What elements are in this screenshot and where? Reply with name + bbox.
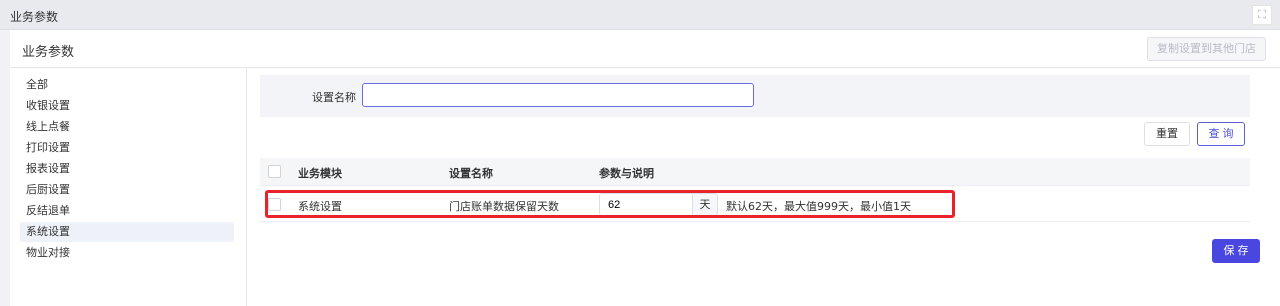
sidebar-item-all[interactable]: 全部 [20, 75, 234, 95]
panel-header: 业务参数 复制设置到其他门店 [10, 30, 1280, 68]
expand-icon[interactable]: ⛶ [1252, 5, 1272, 25]
setting-name-input[interactable] [362, 83, 754, 107]
sidebar-item-refund[interactable]: 反结退单 [20, 201, 234, 221]
column-header-name: 设置名称 [449, 167, 493, 180]
table-header: 业务模块 设置名称 参数与说明 [260, 158, 1250, 186]
reset-button[interactable]: 重置 [1144, 122, 1190, 146]
column-header-param: 参数与说明 [599, 167, 654, 180]
sidebar-item-print[interactable]: 打印设置 [20, 138, 234, 158]
settings-panel: 业务参数 复制设置到其他门店 全部 收银设置 线上点餐 打印设置 报表设置 后厨… [10, 30, 1280, 306]
copy-to-other-stores-button[interactable]: 复制设置到其他门店 [1147, 37, 1266, 61]
sidebar-item-cashier[interactable]: 收银设置 [20, 96, 234, 116]
content-area: 设置名称 重置 查 询 业务模块 设置名称 参数与说明 系统设置 门店账单数据保… [248, 68, 1280, 306]
setting-name-label: 设置名称 [312, 91, 356, 104]
query-button[interactable]: 查 询 [1197, 122, 1245, 146]
category-sidebar: 全部 收银设置 线上点餐 打印设置 报表设置 后厨设置 反结退单 系统设置 物业… [10, 68, 247, 306]
page-title: 业务参数 [22, 45, 75, 60]
sidebar-item-report[interactable]: 报表设置 [20, 159, 234, 179]
sidebar-item-kitchen[interactable]: 后厨设置 [20, 180, 234, 200]
column-header-module: 业务模块 [298, 167, 342, 180]
sidebar-item-property[interactable]: 物业对接 [20, 243, 234, 263]
sidebar-item-system[interactable]: 系统设置 [20, 222, 234, 242]
window-titlebar: 业务参数 ⛶ [0, 0, 1280, 30]
filter-bar: 设置名称 [260, 75, 1250, 117]
sidebar-item-online-order[interactable]: 线上点餐 [20, 117, 234, 137]
highlight-box [265, 190, 955, 218]
select-all-checkbox[interactable] [268, 165, 281, 178]
save-button[interactable]: 保 存 [1212, 239, 1260, 263]
window-title: 业务参数 [10, 10, 59, 24]
